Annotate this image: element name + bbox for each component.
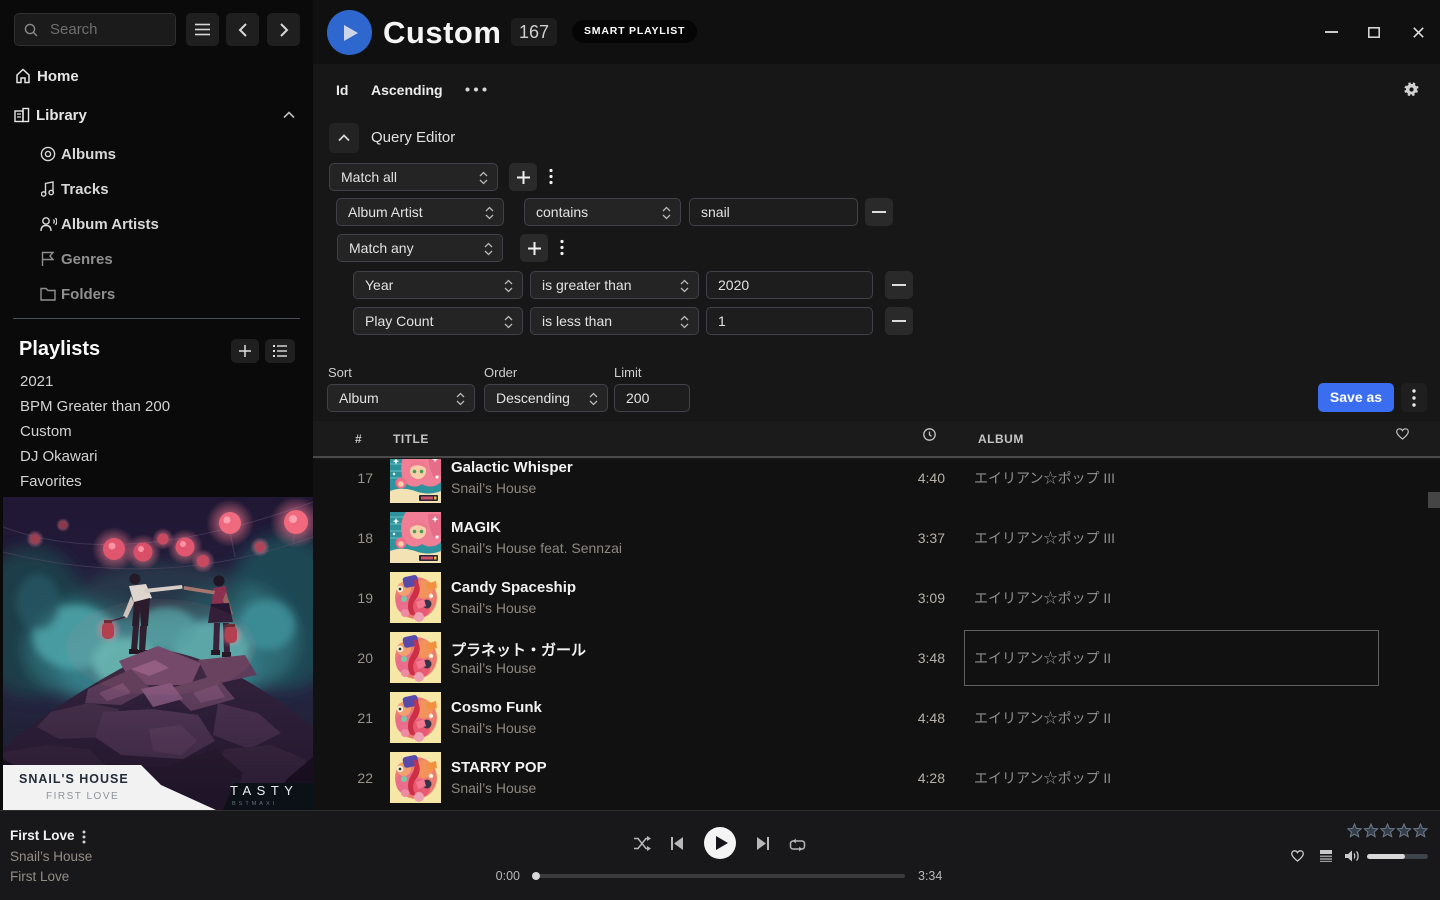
svg-text:SNAIL'S HOUSE: SNAIL'S HOUSE: [19, 772, 129, 786]
svg-text:FIRST LOVE: FIRST LOVE: [46, 791, 119, 802]
svg-text:TASTY: TASTY: [230, 783, 298, 798]
svg-text:BSTMAXI: BSTMAXI: [232, 801, 277, 807]
